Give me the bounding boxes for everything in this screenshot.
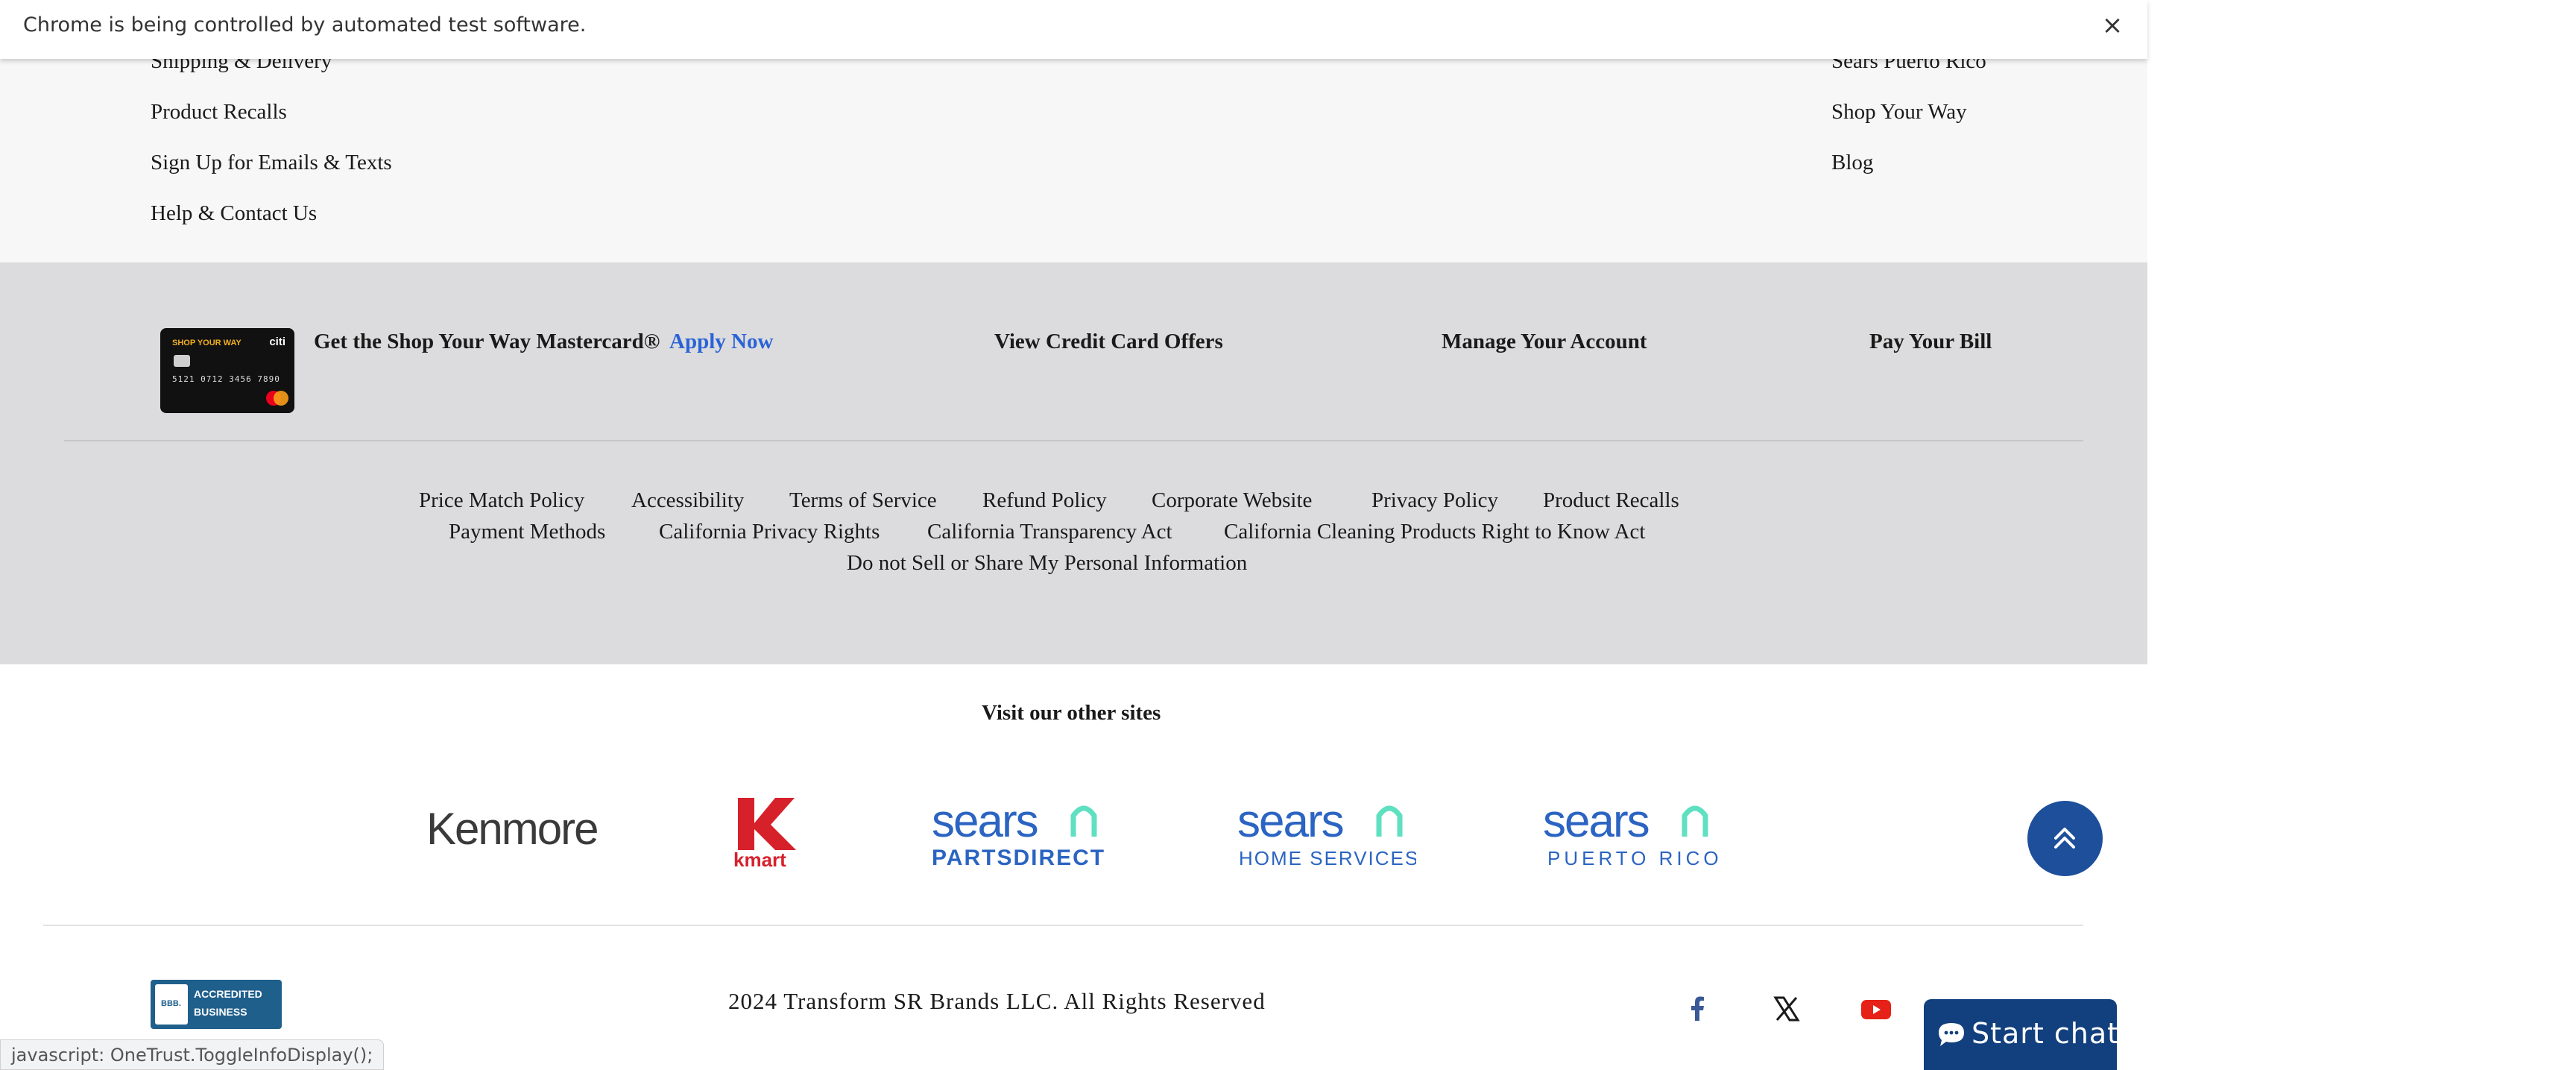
facebook-icon[interactable]: [1679, 990, 1717, 1027]
sears-home-services-logo-svg: sears HOME SERVICES: [1237, 796, 1418, 869]
policy-link-do-not-sell[interactable]: Do not Sell or Share My Personal Informa…: [847, 551, 1247, 576]
sears-puerto-rico-logo-svg: sears PUERTO RICO: [1543, 796, 1722, 869]
credit-divider: [64, 440, 2083, 441]
policy-link-terms-of-service[interactable]: Terms of Service: [789, 488, 937, 513]
chevron-double-up-icon: [2054, 828, 2075, 849]
kenmore-logo[interactable]: Kenmore: [426, 804, 605, 857]
manage-your-account-link[interactable]: Manage Your Account: [1442, 330, 1647, 354]
youtube-icon[interactable]: [1857, 990, 1895, 1027]
sears-partsdirect-logo-svg: sears PARTSDIRECT: [932, 796, 1105, 870]
card-brand-text: SHOP YOUR WAY: [172, 339, 242, 347]
footer-link-product-recalls[interactable]: Product Recalls: [151, 100, 287, 125]
close-icon[interactable]: ×: [2097, 10, 2127, 40]
x-twitter-icon[interactable]: [1768, 990, 1805, 1027]
blank-right-area: [2147, 0, 2576, 1070]
scroll-to-top-button[interactable]: [2027, 801, 2103, 876]
bbb-seal-icon: BBB.: [155, 984, 188, 1025]
sears-wordmark: sears: [932, 798, 1038, 847]
policy-link-payment-methods[interactable]: Payment Methods: [449, 520, 605, 544]
copyright-text: 2024 Transform SR Brands LLC. All Rights…: [728, 988, 1266, 1014]
card-number-text: 5121 0712 3456 7890: [172, 374, 280, 384]
sears-house-icon: [1376, 805, 1403, 837]
pay-your-bill-link[interactable]: Pay Your Bill: [1869, 330, 1992, 354]
bbb-accredited-text: ACCREDITED: [194, 988, 262, 1000]
card-issuer-text: citi: [269, 336, 285, 348]
footer-link-signup-emails-texts[interactable]: Sign Up for Emails & Texts: [151, 151, 392, 175]
policy-link-accessibility[interactable]: Accessibility: [631, 488, 744, 513]
browser-status-bar: javascript: OneTrust.ToggleInfoDisplay()…: [0, 1039, 385, 1070]
apply-now-link[interactable]: Apply Now: [669, 330, 773, 354]
sears-puerto-rico-logo[interactable]: sears PUERTO RICO: [1543, 796, 1722, 869]
policy-link-california-privacy-rights[interactable]: California Privacy Rights: [659, 520, 880, 544]
card-chip: [174, 355, 190, 367]
policy-link-product-recalls[interactable]: Product Recalls: [1543, 488, 1679, 513]
start-chat-button[interactable]: Start chat: [1924, 999, 2120, 1070]
sears-house-icon: [1682, 805, 1708, 837]
mastercard-logo-circle-orange: [274, 391, 288, 406]
sears-wordmark: sears: [1237, 798, 1343, 847]
bbb-accredited-badge[interactable]: BBB. ACCREDITED BUSINESS: [151, 980, 282, 1029]
sears-wordmark: sears: [1543, 798, 1649, 847]
footer-link-shop-your-way[interactable]: Shop Your Way: [1831, 100, 1967, 125]
kmart-logo-svg: kmart: [733, 798, 796, 871]
kmart-logo-text: kmart: [733, 849, 786, 868]
kenmore-logo-text: Kenmore: [426, 805, 597, 854]
policy-link-refund[interactable]: Refund Policy: [982, 488, 1107, 513]
sears-partsdirect-subtext: PARTSDIRECT: [932, 846, 1105, 869]
sears-house-icon: [1070, 805, 1097, 837]
automation-infobar: Chrome is being controlled by automated …: [0, 0, 2147, 59]
credit-card-band: [0, 262, 2147, 664]
other-sites-title: Visit our other sites: [982, 701, 1161, 725]
sears-home-services-logo[interactable]: sears HOME SERVICES: [1237, 796, 1418, 869]
chat-bubble-icon: [1939, 1023, 1964, 1046]
kenmore-logo-svg: Kenmore: [426, 804, 599, 854]
sears-partsdirect-logo[interactable]: sears PARTSDIRECT: [932, 796, 1111, 870]
policy-link-price-match[interactable]: Price Match Policy: [419, 488, 584, 513]
bbb-seal-text: BBB.: [161, 999, 181, 1008]
policy-link-california-transparency-act[interactable]: California Transparency Act: [927, 520, 1172, 544]
kmart-k-shape: [738, 798, 796, 850]
footer-link-blog[interactable]: Blog: [1831, 151, 1873, 175]
bbb-business-text: BUSINESS: [194, 1006, 247, 1018]
bottom-divider: [43, 925, 2083, 926]
mastercard-image[interactable]: SHOP YOUR WAY citi 5121 0712 3456 7890: [160, 328, 294, 413]
view-credit-card-offers-link[interactable]: View Credit Card Offers: [994, 330, 1223, 354]
sears-home-services-subtext: HOME SERVICES: [1239, 847, 1416, 869]
policy-link-corporate-website[interactable]: Corporate Website: [1152, 488, 1312, 513]
footer-link-help-contact[interactable]: Help & Contact Us: [151, 201, 317, 226]
sears-puerto-rico-subtext: PUERTO RICO: [1547, 847, 1722, 869]
kmart-logo[interactable]: kmart: [732, 796, 804, 871]
card-promo-text: Get the Shop Your Way Mastercard®: [314, 330, 660, 353]
page: Shipping & Delivery Product Recalls Sign…: [0, 0, 2147, 1070]
policy-link-privacy[interactable]: Privacy Policy: [1371, 488, 1498, 513]
policy-link-california-cleaning-products[interactable]: California Cleaning Products Right to Kn…: [1224, 520, 1645, 544]
automation-message: Chrome is being controlled by automated …: [23, 13, 587, 37]
start-chat-label: Start chat: [1972, 1017, 2120, 1050]
